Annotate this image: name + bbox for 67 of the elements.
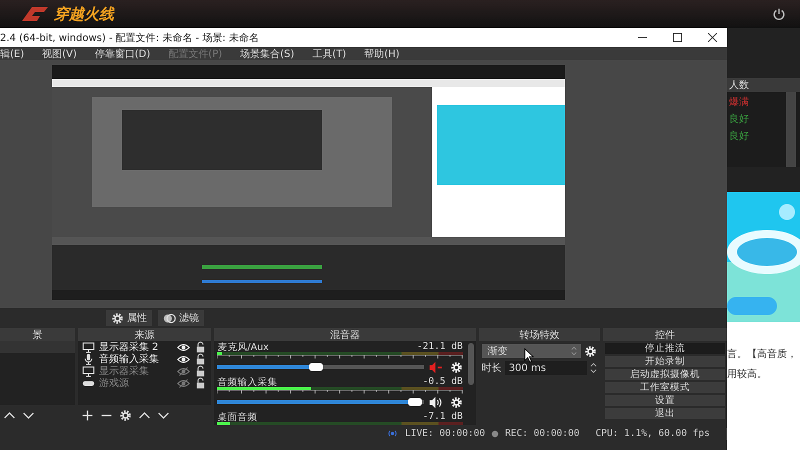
control-button[interactable]: 停止推流 [605,343,725,354]
window-title: 2.4 (64-bit, windows) - 配置文件: 未命名 - 场景: 未命名 [0,32,259,44]
properties-button[interactable]: 属性 [106,310,152,326]
monitor-icon [82,364,95,378]
menu-item[interactable]: 视图(V) [42,46,77,60]
record-dot-icon [491,430,500,438]
server-status: 良好 [729,112,750,126]
dock-title: 控件 [655,328,676,342]
source-name[interactable]: 显示器采集 2 [98,340,174,354]
cpu-usage: CPU: 1.1%, 60.00 fps [595,428,710,439]
dock-title: 混音器 [330,328,360,342]
filter-icon [163,312,176,324]
gear-icon[interactable] [118,408,132,422]
close-icon[interactable] [708,33,717,42]
slider-thumb[interactable] [309,363,324,371]
add-icon[interactable] [80,408,94,422]
dock-title: 转场特效 [520,328,560,342]
channel-reading: -7.1 dB [422,411,463,422]
slider-thumb[interactable] [408,398,422,406]
menu-item[interactable]: 工具(T) [312,46,346,60]
status-indicator [726,428,727,440]
scrollbar[interactable] [786,92,796,167]
maximize-icon[interactable] [673,33,682,42]
channel-reading: -21.1 dB [416,341,463,352]
control-button[interactable]: 开始录制 [605,356,725,367]
channel-reading: -0.5 dB [422,376,463,387]
source-name[interactable]: 音频输入采集 [98,352,174,366]
channel-name: 桌面音频 [217,411,258,422]
gear-icon[interactable] [450,396,463,408]
control-button[interactable]: 启动虚拟摄像机 [605,369,725,380]
channel-name: 麦克风/Aux [217,341,269,352]
control-button[interactable]: 退出 [605,408,725,419]
emblem-icon [20,5,50,23]
server-status: 良好 [729,130,750,143]
gear-icon[interactable] [450,360,463,374]
volume-slider[interactable] [217,365,424,369]
duration-label: 时长 [482,362,502,375]
spinner-icon[interactable] [590,362,598,374]
menu-item[interactable]: 场景集合(S) [240,46,294,60]
source-name[interactable]: 游戏源 [98,376,174,390]
menu-item[interactable]: 停靠窗口(D) [94,46,150,60]
rec-time: REC: 00:00:00 [505,428,580,439]
channel-name: 音频输入采集 [217,376,278,387]
filters-button[interactable]: 滤镜 [158,310,204,326]
monitor-icon [82,340,95,354]
notice-text: 言。【高音质， [727,348,798,361]
transition-dropdown[interactable]: 渐变 [482,344,582,358]
server-status: 爆满 [729,96,750,109]
power-icon[interactable] [772,7,786,21]
dock-title: 来源 [134,328,155,342]
scrollbar[interactable] [468,343,474,385]
column-header: 人数 [729,79,749,92]
notice-text: 用较高。 [727,368,768,381]
menu-item[interactable]: 辑(E) [0,46,24,60]
duration-field[interactable]: 300 ms [504,361,588,375]
control-button[interactable]: 工作室模式 [605,382,725,393]
gear-icon[interactable] [584,344,598,358]
cursor-icon [524,348,534,363]
dock-title: 景 [32,328,42,342]
source-name[interactable]: 显示器采集 [98,364,174,378]
menu-item[interactable]: 帮助(H) [364,46,400,60]
spinner-icon [571,346,578,356]
microphone-icon [82,352,95,366]
control-button[interactable]: 设置 [605,395,725,406]
game-logo: 穿越火线 [54,4,114,24]
gear-icon [111,312,124,324]
live-time: LIVE: 00:00:00 [405,428,486,439]
